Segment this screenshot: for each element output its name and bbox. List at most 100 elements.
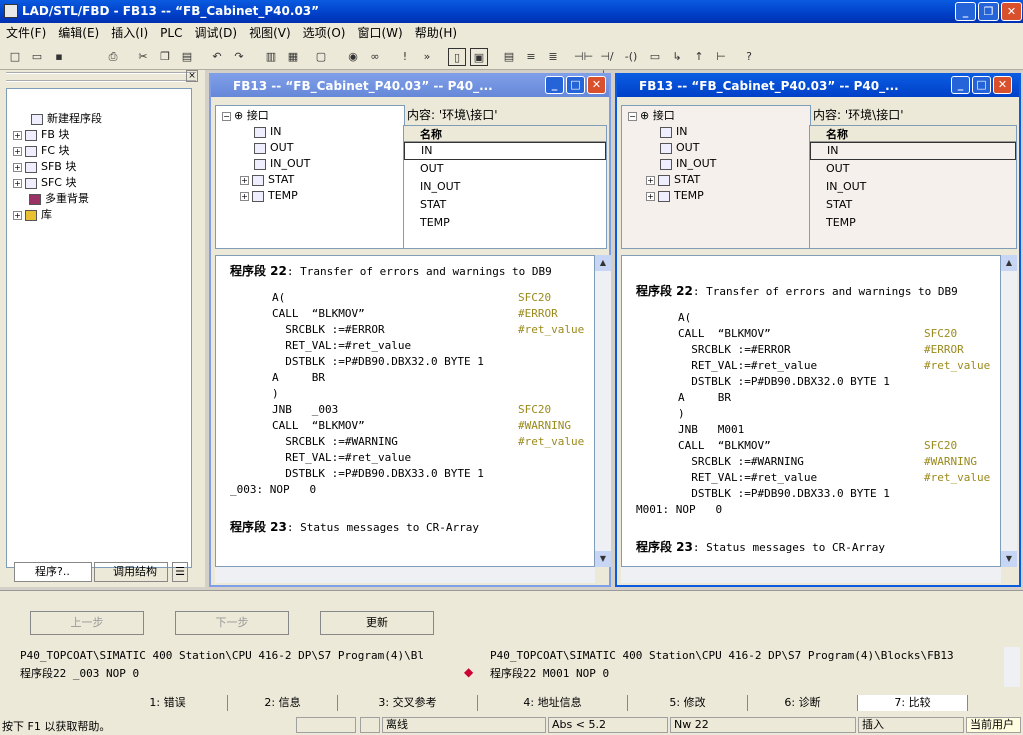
tree-item-fb[interactable]: + FB 块 bbox=[7, 127, 191, 143]
list-item-out[interactable]: OUT bbox=[810, 160, 1016, 178]
minimize-button[interactable]: _ bbox=[955, 2, 976, 21]
expand-icon[interactable]: + bbox=[13, 162, 22, 172]
tree-item-multi-instance[interactable]: 多重背景 bbox=[7, 191, 191, 207]
list-item-in[interactable]: IN bbox=[810, 142, 1016, 160]
network22-header[interactable]: 程序段 22: Transfer of errors and warnings … bbox=[230, 262, 552, 279]
iface-out[interactable]: OUT bbox=[216, 140, 404, 156]
update-button[interactable]: 更新 bbox=[320, 611, 434, 635]
iface-root[interactable]: − ⊕ 接口 bbox=[622, 108, 810, 124]
tab-call-structure[interactable]: 调用结构 bbox=[94, 562, 168, 582]
iface-root[interactable]: − ⊕ 接口 bbox=[216, 108, 404, 124]
expand-icon[interactable]: + bbox=[13, 178, 22, 188]
code-vscroll-left[interactable]: ▲ ▼ bbox=[595, 255, 611, 567]
restore-button[interactable]: ❐ bbox=[978, 2, 999, 21]
copy-icon[interactable]: ❐ bbox=[156, 48, 174, 66]
menu-help[interactable]: 帮助(H) bbox=[409, 23, 463, 44]
tree-item-library[interactable]: + 库 bbox=[7, 207, 191, 223]
nop-line-right[interactable]: M001: NOP 0 bbox=[636, 502, 722, 518]
code-hscroll-right[interactable] bbox=[621, 567, 1001, 583]
branch-icon[interactable]: ≡ bbox=[522, 48, 540, 66]
iface-temp[interactable]: + TEMP bbox=[216, 188, 404, 204]
list-item-out[interactable]: OUT bbox=[404, 160, 606, 178]
stl-code-left[interactable]: A(CALL “BLKMOV” SRCBLK :=#ERROR RET_VAL:… bbox=[272, 290, 484, 482]
connection-icon[interactable]: ⊢ bbox=[712, 48, 730, 66]
bookmark-icon[interactable]: ! bbox=[396, 48, 414, 66]
open-branch-icon[interactable]: ↳ bbox=[668, 48, 686, 66]
coil-icon[interactable]: -() bbox=[622, 48, 640, 66]
tree-item-sfc[interactable]: + SFC 块 bbox=[7, 175, 191, 191]
code-hscroll-left[interactable] bbox=[215, 567, 595, 583]
window-left-maximize[interactable]: □ bbox=[566, 76, 585, 94]
col-name-header[interactable]: 名称 bbox=[810, 126, 1016, 142]
list-item-stat[interactable]: STAT bbox=[404, 196, 606, 214]
tab-diagnostics[interactable]: 6: 诊断 bbox=[748, 695, 858, 711]
menu-plc[interactable]: PLC bbox=[154, 23, 188, 44]
new-icon[interactable]: □ bbox=[6, 48, 24, 66]
nop-line-left[interactable]: _003: NOP 0 bbox=[230, 482, 316, 498]
iface-in-out[interactable]: IN_OUT bbox=[622, 156, 810, 172]
list-item-in-out[interactable]: IN_OUT bbox=[404, 178, 606, 196]
bookmark-next-icon[interactable]: » bbox=[418, 48, 436, 66]
panel-close-icon[interactable]: × bbox=[186, 70, 198, 82]
tree-item-sfb[interactable]: + SFB 块 bbox=[7, 159, 191, 175]
load-icon[interactable]: ▥ bbox=[262, 48, 280, 66]
tab-compare[interactable]: 7: 比较 bbox=[858, 695, 968, 711]
iface-temp[interactable]: + TEMP bbox=[622, 188, 810, 204]
expand-icon[interactable]: + bbox=[13, 146, 22, 156]
close-connection-icon[interactable]: ↑ bbox=[690, 48, 708, 66]
tab-modify[interactable]: 5: 修改 bbox=[628, 695, 748, 711]
network22-header[interactable]: 程序段 22: Transfer of errors and warnings … bbox=[636, 282, 958, 299]
contact-no-icon[interactable]: ⊣⊢ bbox=[574, 48, 593, 66]
details-vscroll[interactable] bbox=[1004, 647, 1020, 687]
window-left-close[interactable]: ✕ bbox=[587, 76, 606, 94]
download-icon[interactable]: ▦ bbox=[284, 48, 302, 66]
network23-header[interactable]: 程序段 23: Status messages to CR-Array bbox=[230, 518, 479, 535]
iface-in[interactable]: IN bbox=[216, 124, 404, 140]
list-item-in[interactable]: IN bbox=[404, 142, 606, 160]
list-item-temp[interactable]: TEMP bbox=[810, 214, 1016, 232]
print-icon[interactable]: ⎙ bbox=[104, 48, 122, 66]
box-icon[interactable]: ▭ bbox=[646, 48, 664, 66]
menu-insert[interactable]: 插入(I) bbox=[105, 23, 154, 44]
iface-stat[interactable]: + STAT bbox=[622, 172, 810, 188]
tab-errors[interactable]: 1: 错误 bbox=[108, 695, 228, 711]
paste-icon[interactable]: ▤ bbox=[178, 48, 196, 66]
next-button[interactable]: 下一步 bbox=[175, 611, 289, 635]
menu-view[interactable]: 视图(V) bbox=[243, 23, 297, 44]
menu-window[interactable]: 窗口(W) bbox=[351, 23, 408, 44]
contact-nc-icon[interactable]: ⊣/⊢ bbox=[598, 48, 616, 81]
iface-in-out[interactable]: IN_OUT bbox=[216, 156, 404, 172]
prev-button[interactable]: 上一步 bbox=[30, 611, 144, 635]
save-icon[interactable]: ▪ bbox=[50, 48, 68, 66]
list-item-in-out[interactable]: IN_OUT bbox=[810, 178, 1016, 196]
tab-cross-reference[interactable]: 3: 交叉参考 bbox=[338, 695, 478, 711]
iface-in[interactable]: IN bbox=[622, 124, 810, 140]
tab-list-icon[interactable]: ☰ bbox=[172, 562, 188, 582]
window-right-close[interactable]: ✕ bbox=[993, 76, 1012, 94]
tab-info[interactable]: 2: 信息 bbox=[228, 695, 338, 711]
expand-icon[interactable]: + bbox=[13, 130, 22, 140]
iface-out[interactable]: OUT bbox=[622, 140, 810, 156]
menu-file[interactable]: 文件(F) bbox=[0, 23, 52, 44]
menu-options[interactable]: 选项(O) bbox=[297, 23, 352, 44]
detail-icon[interactable]: ▣ bbox=[470, 48, 488, 66]
open-icon[interactable]: ▭ bbox=[28, 48, 46, 66]
network23-header[interactable]: 程序段 23: Status messages to CR-Array bbox=[636, 538, 885, 555]
stl-code-right[interactable]: A(CALL “BLKMOV” SRCBLK :=#ERROR RET_VAL:… bbox=[678, 310, 890, 502]
tab-program-elements[interactable]: 程序?.. bbox=[14, 562, 92, 582]
cut-icon[interactable]: ✂ bbox=[134, 48, 152, 66]
window-right-minimize[interactable]: _ bbox=[951, 76, 970, 94]
glasses-icon[interactable]: ∞ bbox=[366, 48, 384, 66]
list-item-stat[interactable]: STAT bbox=[810, 196, 1016, 214]
panel-grip[interactable] bbox=[6, 72, 196, 82]
tree-item-fc[interactable]: + FC 块 bbox=[7, 143, 191, 159]
compare-row-left[interactable]: 程序段22 _003 NOP 0 bbox=[20, 665, 460, 681]
monitor-icon[interactable]: ◉ bbox=[344, 48, 362, 66]
window-icon[interactable]: ▢ bbox=[312, 48, 330, 66]
window-left-minimize[interactable]: _ bbox=[545, 76, 564, 94]
undo-icon[interactable]: ↶ bbox=[208, 48, 226, 66]
menu-edit[interactable]: 编辑(E) bbox=[52, 23, 105, 44]
col-name-header[interactable]: 名称 bbox=[404, 126, 606, 142]
expand-icon[interactable]: + bbox=[13, 210, 22, 220]
redo-icon[interactable]: ↷ bbox=[230, 48, 248, 66]
